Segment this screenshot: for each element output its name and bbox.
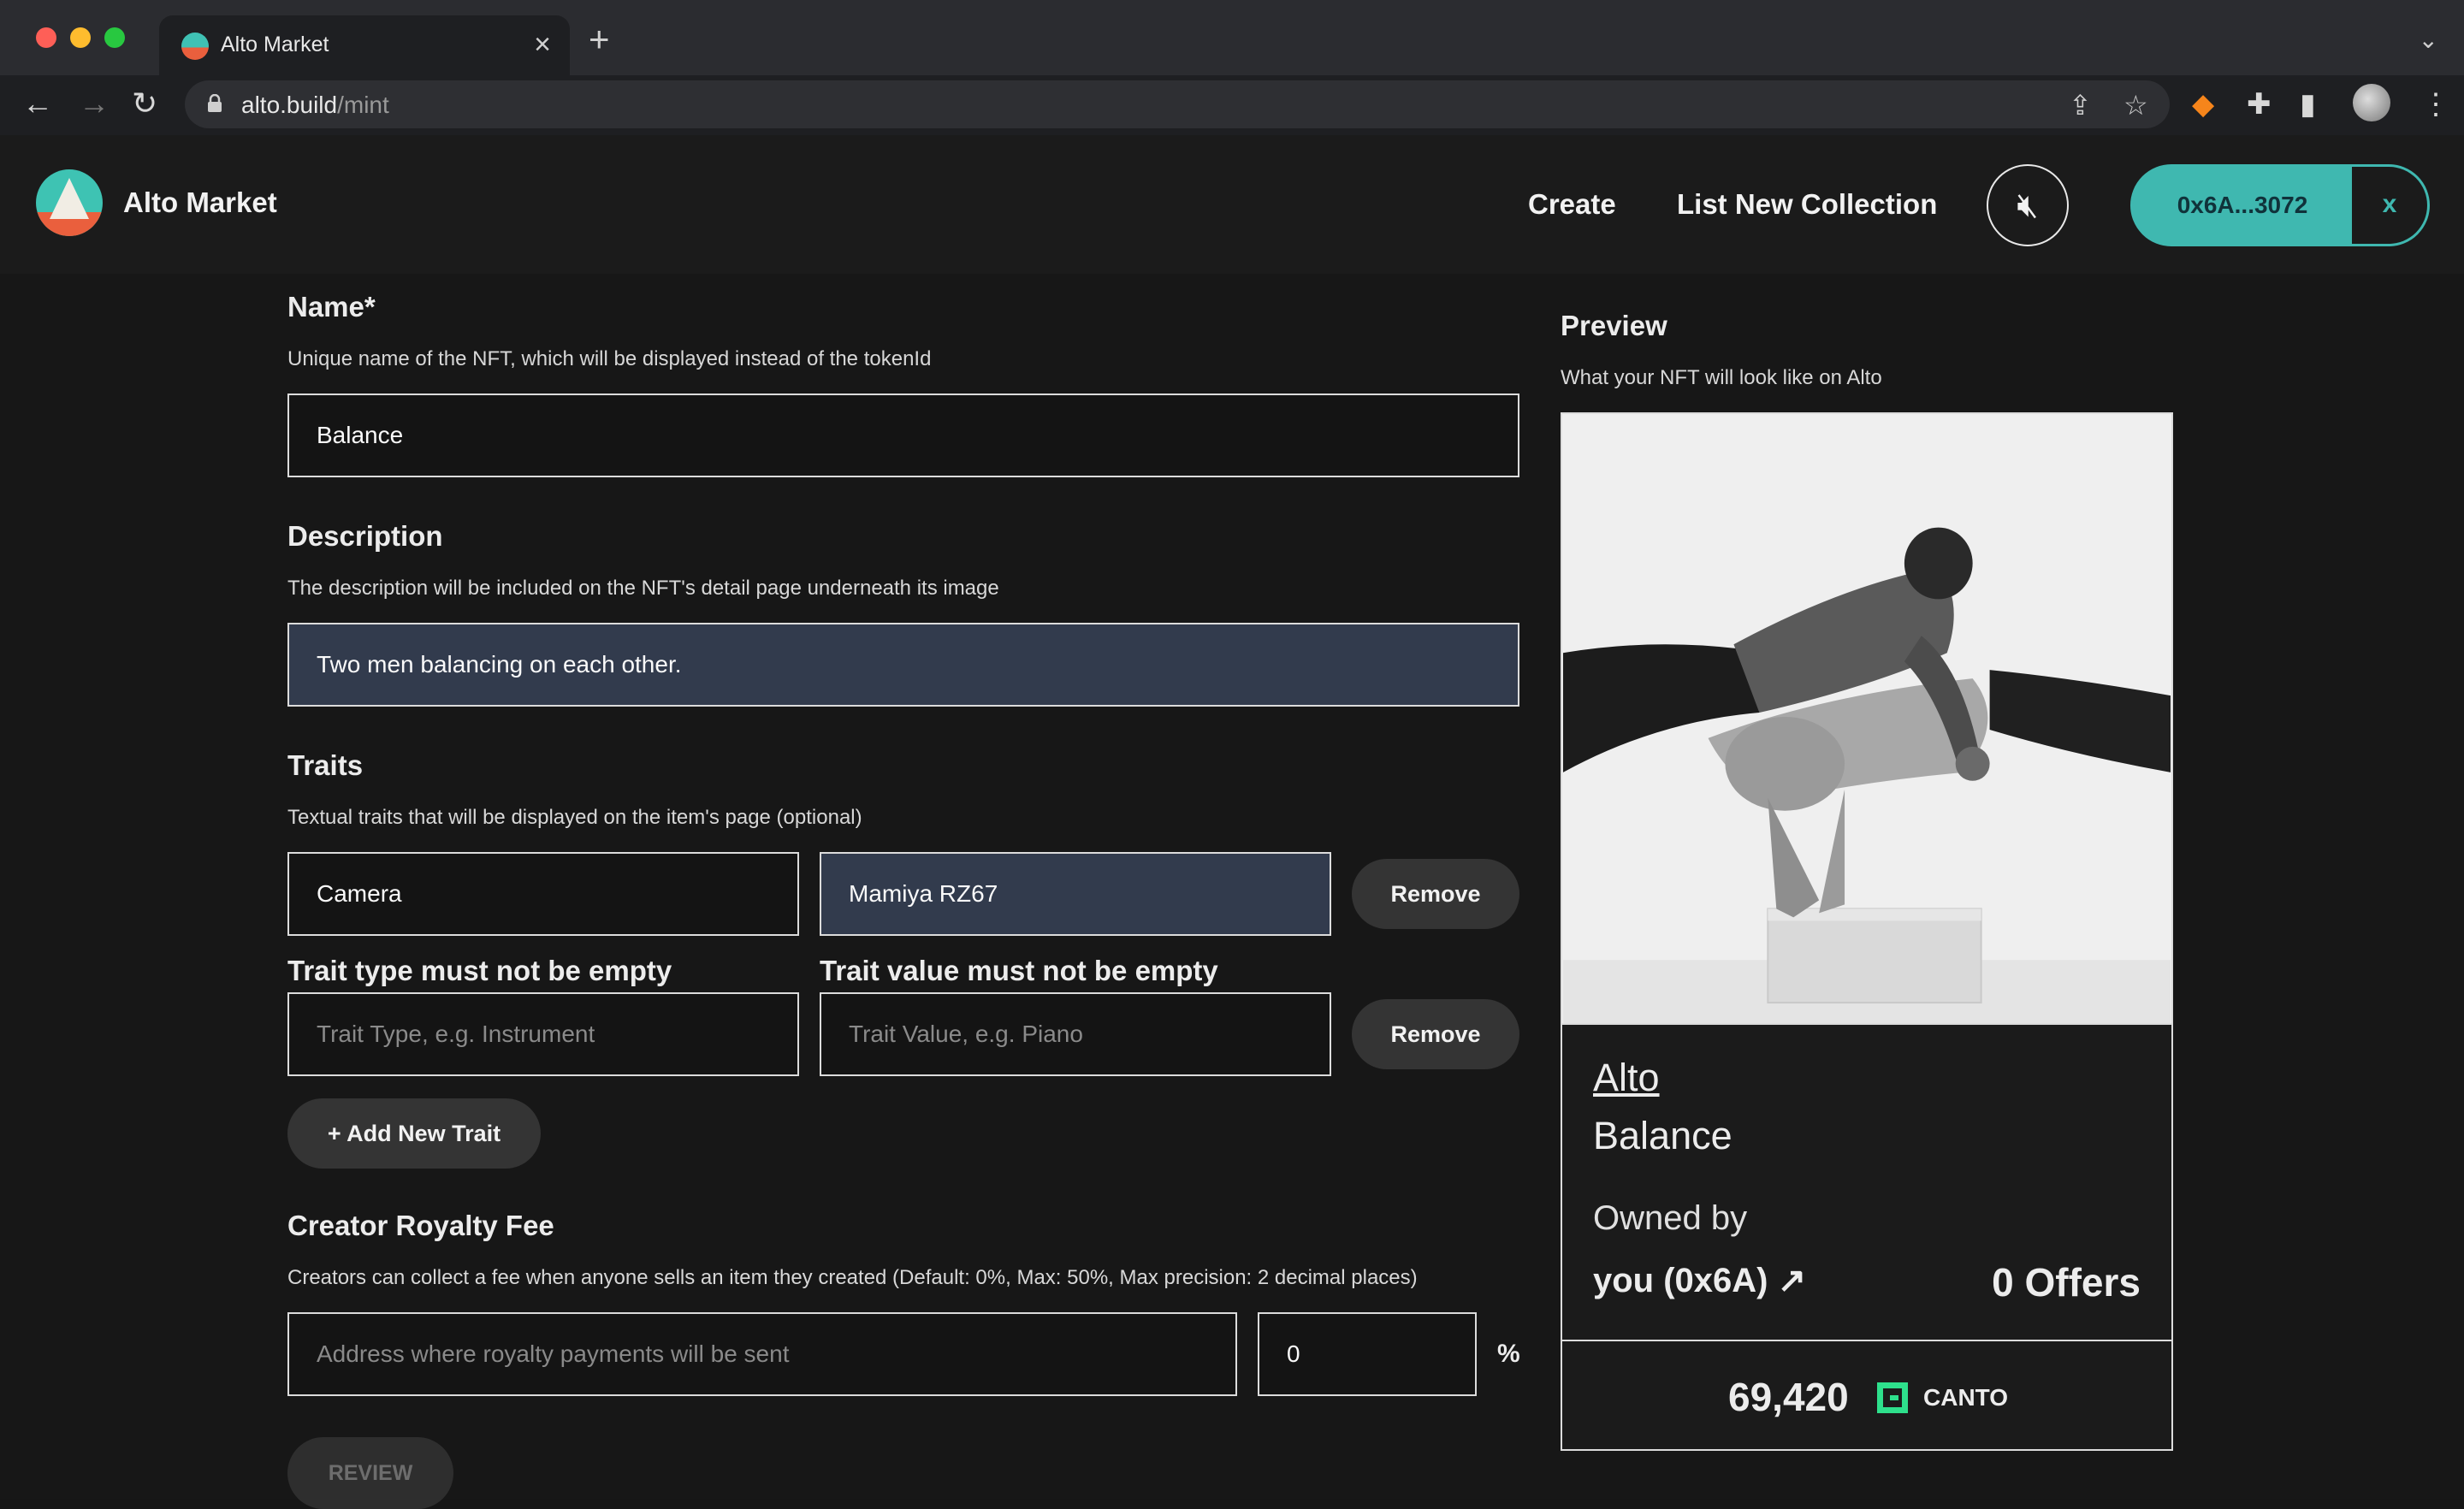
- alto-logo[interactable]: [36, 169, 103, 236]
- mute-speaker-icon[interactable]: 🔇︎: [1987, 164, 2069, 246]
- owner-link[interactable]: you (0x6A) ↗: [1593, 1261, 1806, 1300]
- description-input[interactable]: Two men balancing on each other.: [287, 623, 1519, 707]
- metamask-fox-icon[interactable]: ◆: [2192, 87, 2214, 121]
- offers-count: 0 Offers: [1992, 1260, 2141, 1305]
- site-header: Alto Market Create List New Collection 🔇…: [0, 135, 2464, 274]
- maximize-window-button[interactable]: [104, 27, 125, 48]
- trait-type-input-empty[interactable]: Trait Type, e.g. Instrument: [287, 992, 799, 1076]
- traits-help: Textual traits that will be displayed on…: [287, 806, 862, 829]
- forward-icon[interactable]: →: [79, 84, 110, 123]
- brand-name[interactable]: Alto Market: [123, 186, 277, 219]
- close-window-button[interactable]: [36, 27, 56, 48]
- tab-strip: Alto Market × + ⌄: [0, 0, 2464, 75]
- bookmark-star-icon[interactable]: ☆: [2123, 89, 2148, 121]
- remove-trait-button[interactable]: Remove: [1352, 859, 1519, 929]
- new-tab-icon[interactable]: +: [589, 21, 610, 57]
- name-label: Name*: [287, 291, 376, 323]
- url-text: alto.build/mint: [241, 92, 389, 118]
- name-input[interactable]: Balance: [287, 394, 1519, 477]
- extensions-puzzle-icon[interactable]: ✚: [2247, 87, 2272, 121]
- minimize-window-button[interactable]: [70, 27, 91, 48]
- price-value: 69,420: [1728, 1375, 1849, 1419]
- browser-menu-icon[interactable]: ⋮: [2421, 87, 2450, 121]
- back-icon[interactable]: ←: [22, 84, 53, 123]
- disconnect-button[interactable]: x: [2352, 167, 2427, 244]
- tab-close-icon[interactable]: ×: [534, 27, 551, 62]
- remove-trait-button[interactable]: Remove: [1352, 999, 1519, 1069]
- side-panel-icon[interactable]: ▮: [2300, 87, 2316, 121]
- nft-image: [1562, 414, 2171, 1025]
- address-bar[interactable]: alto.build/mint ⇪ ☆: [185, 80, 2170, 128]
- nft-preview-card: Alto Balance Owned by you (0x6A) ↗ 0 Off…: [1561, 412, 2173, 1451]
- owned-by-label: Owned by: [1593, 1199, 1748, 1237]
- currency-label: CANTO: [1923, 1384, 2009, 1411]
- royalty-address-input[interactable]: Address where royalty payments will be s…: [287, 1312, 1237, 1396]
- wallet-button[interactable]: 0x6A...3072 x: [2130, 164, 2430, 246]
- profile-avatar[interactable]: [2353, 84, 2390, 121]
- trait-value-error: Trait value must not be empty: [820, 955, 1218, 986]
- tab-title: Alto Market: [221, 33, 329, 56]
- trait-value-input-empty[interactable]: Trait Value, e.g. Piano: [820, 992, 1331, 1076]
- divider: [1562, 1340, 2171, 1341]
- canto-icon: [1877, 1382, 1908, 1413]
- royalty-percent-input[interactable]: 0: [1258, 1312, 1477, 1396]
- review-button[interactable]: REVIEW: [287, 1437, 453, 1509]
- preview-help: What your NFT will look like on Alto: [1561, 366, 1882, 389]
- browser-tab[interactable]: Alto Market ×: [159, 15, 570, 75]
- nft-name: Balance: [1593, 1114, 1732, 1157]
- browser-chrome: Alto Market × + ⌄ ← → ↻ alto.build/mint …: [0, 0, 2464, 135]
- lock-icon: [208, 94, 222, 112]
- reload-icon[interactable]: ↻: [132, 84, 157, 123]
- trait-value-input[interactable]: Mamiya RZ67: [820, 852, 1331, 936]
- trait-type-error: Trait type must not be empty: [287, 955, 672, 986]
- wallet-address[interactable]: 0x6A...3072: [2133, 167, 2352, 244]
- share-icon[interactable]: ⇪: [2069, 89, 2092, 121]
- royalty-help: Creators can collect a fee when anyone s…: [287, 1266, 1418, 1289]
- description-label: Description: [287, 520, 443, 552]
- tab-search-chevron-icon[interactable]: ⌄: [2419, 26, 2438, 54]
- trait-type-input[interactable]: Camera: [287, 852, 799, 936]
- name-help: Unique name of the NFT, which will be di…: [287, 347, 932, 370]
- external-link-arrow-icon: ↗: [1777, 1262, 1807, 1299]
- description-help: The description will be included on the …: [287, 577, 999, 600]
- preview-label: Preview: [1561, 310, 1667, 341]
- nav-create[interactable]: Create: [1528, 188, 1616, 221]
- royalty-label: Creator Royalty Fee: [287, 1210, 554, 1241]
- favicon-icon: [181, 33, 209, 60]
- collection-link[interactable]: Alto: [1593, 1056, 1660, 1100]
- nav-list-new-collection[interactable]: List New Collection: [1677, 188, 1937, 221]
- add-trait-button[interactable]: + Add New Trait: [287, 1098, 541, 1169]
- percent-symbol: %: [1497, 1340, 1520, 1368]
- traits-label: Traits: [287, 749, 364, 781]
